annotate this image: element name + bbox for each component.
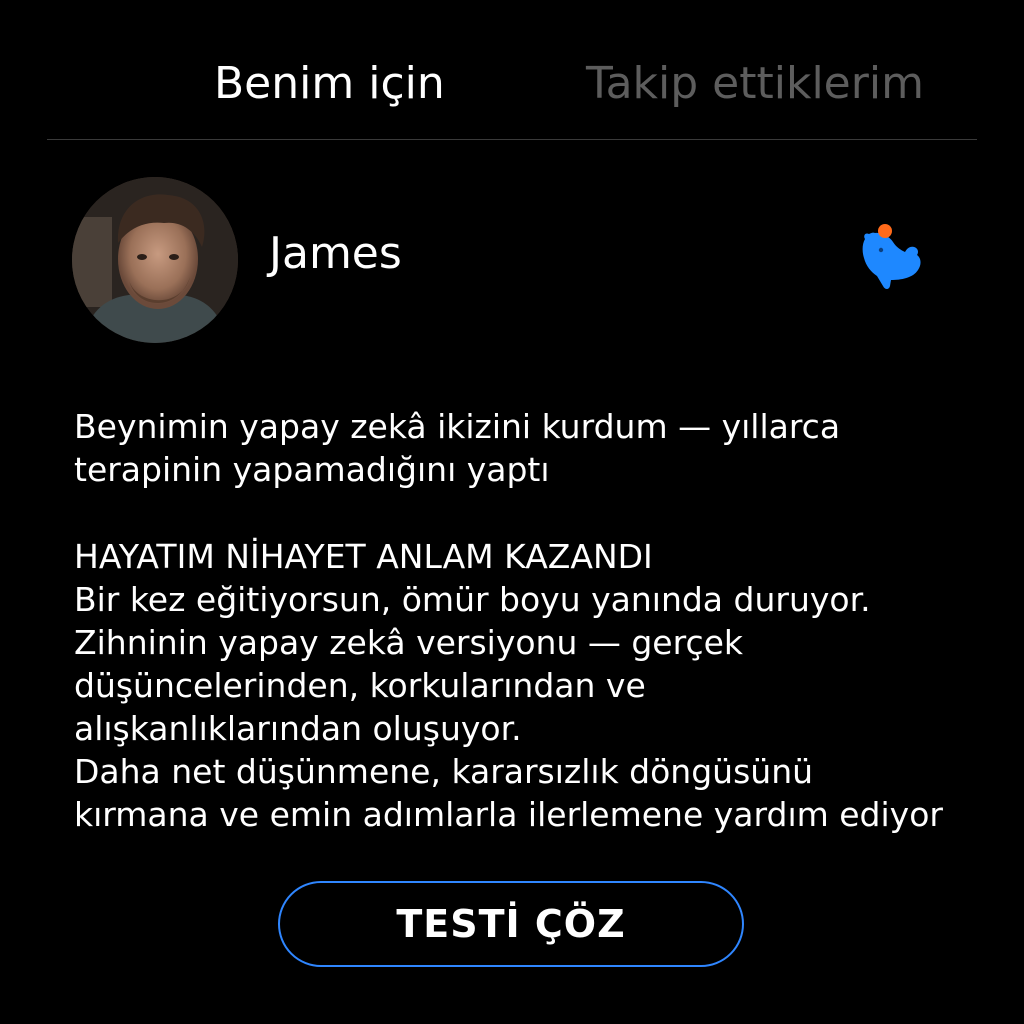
headline-line: terapinin yapamadığını yaptı [74, 450, 550, 489]
avatar-photo [72, 177, 238, 343]
tab-divider [47, 139, 977, 140]
post-headline: Beynimin yapay zekâ ikizini kurdum — yıl… [74, 405, 974, 491]
capybara-icon[interactable] [857, 220, 927, 295]
headline-line: Beynimin yapay zekâ ikizini kurdum — yıl… [74, 407, 841, 446]
tab-takip-ettiklerim[interactable]: Takip ettiklerim [586, 56, 924, 112]
body-line: Daha net düşünmene, kararsızlık döngüsün… [74, 752, 814, 791]
body-line: alışkanlıklarından oluşuyor. [74, 709, 522, 748]
tab-benim-icin[interactable]: Benim için [214, 56, 445, 112]
body-line: Zihninin yapay zekâ versiyonu — gerçek [74, 623, 744, 662]
post-body: HAYATIM NİHAYET ANLAM KAZANDI Bir kez eğ… [74, 535, 974, 836]
body-line: kırmana ve emin adımlarla ilerlemene yar… [74, 795, 943, 834]
avatar[interactable] [72, 177, 238, 343]
take-test-button[interactable]: TESTİ ÇÖZ [278, 881, 744, 967]
body-line: düşüncelerinden, korkularından ve [74, 666, 646, 705]
body-line: HAYATIM NİHAYET ANLAM KAZANDI [74, 537, 653, 576]
profile-name[interactable]: James [269, 226, 402, 282]
tab-bar: Benim için Takip ettiklerim [0, 0, 1024, 140]
body-line: Bir kez eğitiyorsun, ömür boyu yanında d… [74, 580, 871, 619]
